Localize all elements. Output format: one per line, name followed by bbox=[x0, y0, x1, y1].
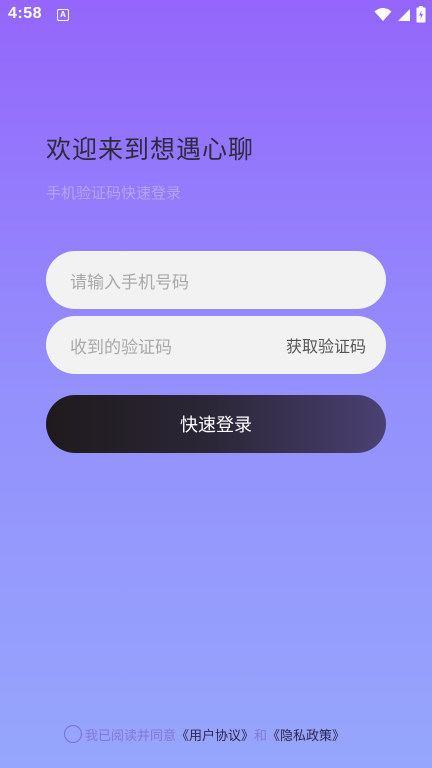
signal-icon bbox=[398, 8, 410, 21]
privacy-policy-link[interactable]: 《隐私政策》 bbox=[267, 725, 345, 744]
agreement-checkbox[interactable] bbox=[64, 725, 82, 743]
status-icons bbox=[374, 6, 426, 23]
phone-input[interactable]: 请输入手机号码 bbox=[46, 251, 386, 309]
agreement-row: 我已阅读并同意 《用户协议》 和 《隐私政策》 bbox=[64, 723, 345, 745]
verification-code-input[interactable]: 收到的验证码 获取验证码 bbox=[46, 316, 386, 374]
agreement-and: 和 bbox=[254, 728, 268, 744]
agreement-prefix: 我已阅读并同意 bbox=[85, 728, 177, 744]
battery-charging-icon bbox=[416, 6, 426, 23]
user-agreement-link[interactable]: 《用户协议》 bbox=[176, 725, 254, 744]
get-code-button[interactable]: 获取验证码 bbox=[286, 333, 366, 357]
page-title: 欢迎来到想遇心聊 bbox=[46, 135, 255, 164]
code-input-placeholder: 收到的验证码 bbox=[70, 337, 172, 358]
notification-a-icon: A bbox=[57, 9, 69, 21]
status-bar: 4:58 A bbox=[0, 0, 432, 30]
wifi-icon bbox=[374, 8, 392, 21]
page-subtitle: 手机验证码快速登录 bbox=[46, 184, 182, 202]
status-time: 4:58 bbox=[8, 5, 43, 22]
quick-login-button[interactable]: 快速登录 bbox=[46, 395, 386, 453]
phone-input-placeholder: 请输入手机号码 bbox=[70, 272, 189, 293]
